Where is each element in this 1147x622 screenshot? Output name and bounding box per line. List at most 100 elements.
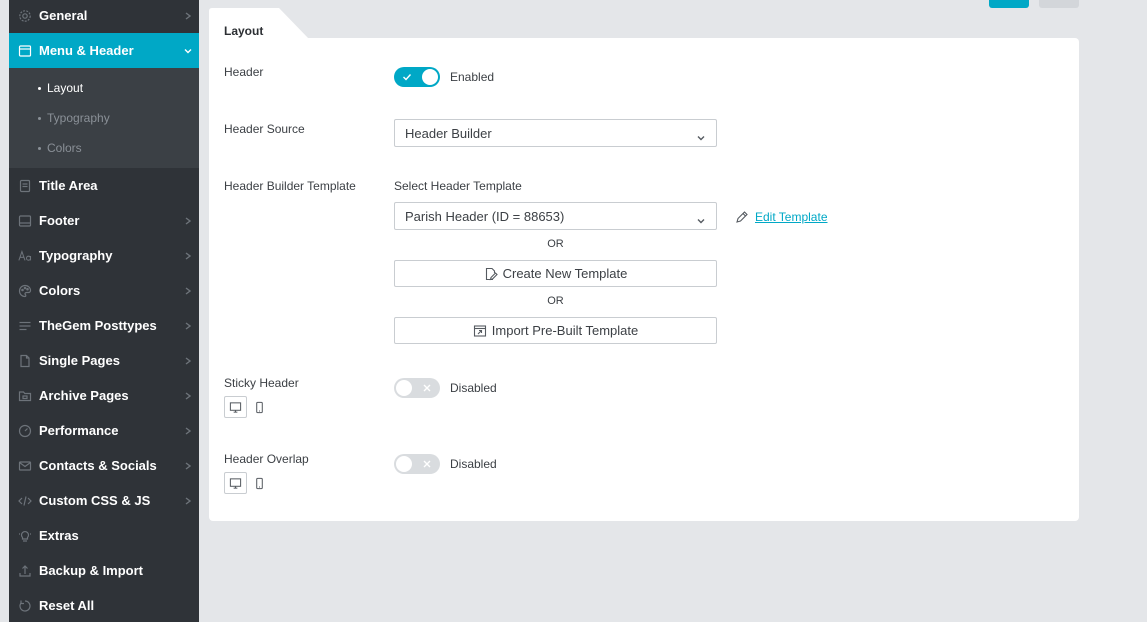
- sidebar-item-label: Custom CSS & JS: [39, 493, 151, 508]
- footer-icon: [9, 214, 39, 228]
- sidebar-item-label: Extras: [39, 528, 79, 543]
- sidebar-item-footer[interactable]: Footer: [9, 203, 199, 238]
- chevron-down-icon: [697, 213, 705, 228]
- palette-icon: [9, 284, 39, 298]
- chevron-right-icon: [177, 251, 199, 260]
- import-prebuilt-template-button[interactable]: Import Pre-Built Template: [394, 317, 717, 344]
- bullet-icon: [38, 146, 41, 150]
- desktop-device-button[interactable]: [224, 396, 247, 418]
- bullet-icon: [38, 86, 41, 90]
- sidebar-item-archive-pages[interactable]: Archive Pages: [9, 378, 199, 413]
- desktop-icon: [229, 477, 242, 489]
- chevron-right-icon: [177, 356, 199, 365]
- chevron-down-icon: [697, 130, 705, 145]
- sidebar-item-general[interactable]: General: [9, 0, 199, 33]
- import-icon: [473, 324, 486, 337]
- sidebar-item-label: Menu & Header: [39, 43, 134, 58]
- submenu-item-colors[interactable]: Colors: [38, 138, 82, 158]
- x-icon: [423, 384, 431, 392]
- create-new-template-button[interactable]: Create New Template: [394, 260, 717, 287]
- edit-document-icon: [485, 267, 498, 280]
- or-separator: OR: [547, 238, 564, 250]
- header-source-label: Header Source: [224, 122, 305, 136]
- window-icon: [9, 44, 39, 58]
- sidebar-item-label: Reset All: [39, 598, 95, 613]
- select-value: Parish Header (ID = 88653): [405, 208, 565, 224]
- check-icon: [403, 74, 412, 81]
- sidebar-item-menu-header[interactable]: Menu & Header: [9, 33, 199, 68]
- tab-layout[interactable]: Layout: [209, 8, 309, 39]
- mobile-device-button[interactable]: [248, 472, 271, 494]
- submenu-item-layout[interactable]: Layout: [38, 78, 83, 98]
- gear-icon: [9, 9, 39, 23]
- x-icon: [423, 460, 431, 468]
- header-overlap-state: Disabled: [450, 457, 497, 471]
- sidebar-item-label: Archive Pages: [39, 388, 129, 403]
- sidebar-item-label: Contacts & Socials: [39, 458, 157, 473]
- sidebar-item-typography[interactable]: Typography: [9, 238, 199, 273]
- chevron-right-icon: [177, 391, 199, 400]
- bullet-icon: [38, 116, 41, 120]
- mobile-icon: [256, 477, 263, 489]
- sidebar-item-label: Typography: [39, 248, 113, 263]
- page-icon: [9, 354, 39, 368]
- bulb-icon: [9, 529, 39, 543]
- list-icon: [9, 319, 39, 333]
- sidebar-item-label: Performance: [39, 423, 119, 438]
- mobile-device-button[interactable]: [248, 396, 271, 418]
- sidebar-item-single-pages[interactable]: Single Pages: [9, 343, 199, 378]
- save-button[interactable]: [989, 0, 1029, 8]
- edit-template-link[interactable]: Edit Template: [735, 210, 828, 224]
- create-new-template-label: Create New Template: [502, 266, 628, 281]
- header-toggle[interactable]: [394, 67, 440, 87]
- sidebar-item-label: Single Pages: [39, 353, 120, 368]
- header-source-select[interactable]: Header Builder: [394, 119, 717, 147]
- mobile-icon: [256, 401, 263, 413]
- sidebar-item-colors[interactable]: Colors: [9, 273, 199, 308]
- desktop-device-button[interactable]: [224, 472, 247, 494]
- submenu-item-typography[interactable]: Typography: [38, 108, 110, 128]
- submenu-item-label: Layout: [47, 81, 84, 95]
- header-label: Header: [224, 65, 264, 79]
- sidebar-item-label: Backup & Import: [39, 563, 144, 578]
- pencil-icon: [736, 211, 748, 223]
- document-icon: [9, 179, 39, 193]
- gauge-icon: [9, 424, 39, 438]
- desktop-icon: [229, 401, 242, 413]
- toggle-knob: [396, 380, 412, 396]
- font-icon: [9, 249, 39, 263]
- sidebar-item-label: Title Area: [39, 178, 98, 193]
- sidebar-item-performance[interactable]: Performance: [9, 413, 199, 448]
- upload-icon: [9, 564, 39, 578]
- edit-template-label: Edit Template: [755, 210, 828, 224]
- sticky-header-state: Disabled: [450, 381, 497, 395]
- sidebar-item-extras[interactable]: Extras: [9, 518, 199, 553]
- chevron-right-icon: [177, 286, 199, 295]
- sidebar-item-title-area[interactable]: Title Area: [9, 168, 199, 203]
- chevron-down-icon: [177, 47, 199, 55]
- or-separator: OR: [547, 295, 564, 307]
- secondary-button[interactable]: [1039, 0, 1079, 8]
- submenu: Layout Typography Colors: [9, 68, 199, 168]
- sidebar-item-custom-css-js[interactable]: Custom CSS & JS: [9, 483, 199, 518]
- select-value: Header Builder: [405, 125, 492, 141]
- header-overlap-label: Header Overlap: [224, 452, 309, 466]
- sidebar-item-reset-all[interactable]: Reset All: [9, 588, 199, 622]
- sidebar-item-backup-import[interactable]: Backup & Import: [9, 553, 199, 588]
- chevron-right-icon: [177, 496, 199, 505]
- sidebar: General Menu & Header Layout Typography …: [9, 0, 199, 622]
- tab-label: Layout: [224, 24, 264, 38]
- sidebar-item-label: Footer: [39, 213, 80, 228]
- folder-icon: [9, 389, 39, 403]
- sticky-header-toggle[interactable]: [394, 378, 440, 398]
- header-template-select[interactable]: Parish Header (ID = 88653): [394, 202, 717, 230]
- submenu-item-label: Colors: [47, 141, 82, 155]
- sidebar-item-contacts-socials[interactable]: Contacts & Socials: [9, 448, 199, 483]
- reset-icon: [9, 599, 39, 613]
- sidebar-item-thegem-posttypes[interactable]: TheGem Posttypes: [9, 308, 199, 343]
- header-builder-template-label: Header Builder Template: [224, 179, 356, 193]
- toggle-knob: [396, 456, 412, 472]
- header-overlap-toggle[interactable]: [394, 454, 440, 474]
- chevron-right-icon: [177, 321, 199, 330]
- code-icon: [9, 494, 39, 508]
